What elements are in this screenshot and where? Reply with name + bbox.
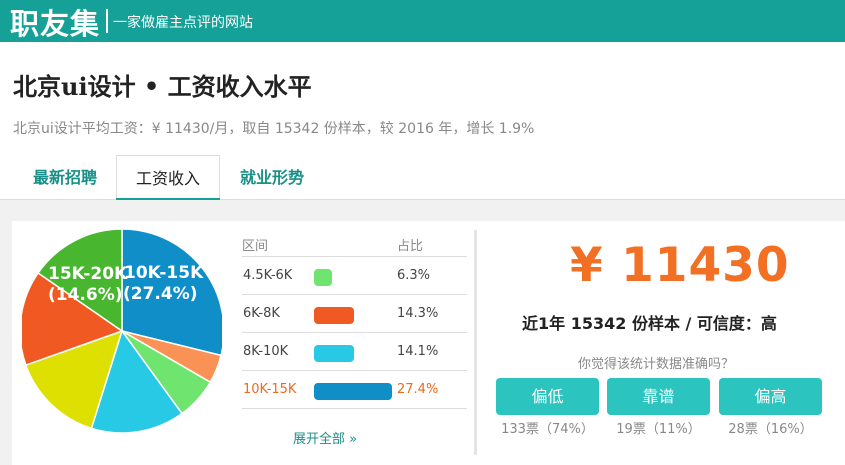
pie-slice-label: 15K-20K: [48, 264, 128, 284]
tab-employment[interactable]: 就业形势: [222, 155, 322, 200]
vote-low-count: 133票（74%）: [501, 422, 594, 437]
row-percent: 14.3%: [397, 306, 439, 321]
page-title: 北京ui设计 • 工资收入水平: [13, 72, 312, 101]
row-range: 8K-10K: [243, 344, 289, 359]
table-row: 4.5K-6K 6.3%: [242, 257, 467, 295]
vote-high-button[interactable]: 偏高: [719, 378, 822, 415]
row-bar: [314, 345, 354, 362]
pie-slice-percent: (27.4%): [123, 284, 198, 304]
header-percent: 占比: [397, 239, 424, 254]
tab-salary[interactable]: 工资收入: [116, 155, 220, 201]
row-bar: [314, 307, 354, 324]
tab-latest-jobs[interactable]: 最新招聘: [17, 155, 113, 200]
site-logo[interactable]: 职友集: [10, 1, 100, 43]
average-salary: ¥ 11430: [570, 238, 790, 293]
vote-accurate-count: 19票（11%）: [616, 422, 701, 437]
site-slogan: 一家做雇主点评的网站: [113, 15, 253, 31]
salary-summary: 北京ui设计平均工资：¥ 11430/月，取自 15342 份样本，较 2016…: [13, 121, 535, 137]
salary-range-table: 区间 占比 4.5K-6K 6.3% 6K-8K 14.3% 8K-10K 14.1% 10…: [242, 229, 467, 409]
row-range: 10K-15K: [243, 382, 297, 397]
row-range: 4.5K-6K: [243, 268, 293, 283]
tab-bar: 最新招聘 工资收入 就业形势: [0, 155, 845, 201]
salary-pie-chart: 10K-15K(27.4%)15K-20K(14.6%): [22, 228, 222, 434]
row-bar: [314, 269, 332, 286]
panel-divider: [474, 230, 477, 455]
table-row: 8K-10K 14.1%: [242, 333, 467, 371]
table-row: 6K-8K 14.3%: [242, 295, 467, 333]
pie-slice-percent: (14.6%): [48, 285, 123, 305]
tab-salary-label: 工资收入: [135, 169, 200, 188]
expand-all-link[interactable]: 展开全部 »: [293, 428, 357, 447]
row-bar: [314, 383, 392, 400]
logo-divider: [106, 9, 108, 33]
row-percent: 27.4%: [397, 382, 439, 397]
row-percent: 6.3%: [397, 268, 431, 283]
vote-low-button[interactable]: 偏低: [496, 378, 599, 415]
table-row: 10K-15K 27.4%: [242, 371, 467, 409]
vote-high-count: 28票（16%）: [728, 422, 813, 437]
top-bar: 职友集 一家做雇主点评的网站: [0, 0, 845, 42]
vote-accurate-button[interactable]: 靠谱: [607, 378, 710, 415]
header-range: 区间: [242, 239, 269, 254]
sample-info: 近1年 15342 份样本 / 可信度：高: [522, 314, 777, 333]
pie-slice-label: 10K-15K: [124, 263, 204, 283]
accuracy-question: 你觉得该统计数据准确吗？: [578, 357, 735, 372]
row-range: 6K-8K: [243, 306, 280, 321]
row-percent: 14.1%: [397, 344, 439, 359]
table-header: 区间 占比: [242, 229, 467, 257]
